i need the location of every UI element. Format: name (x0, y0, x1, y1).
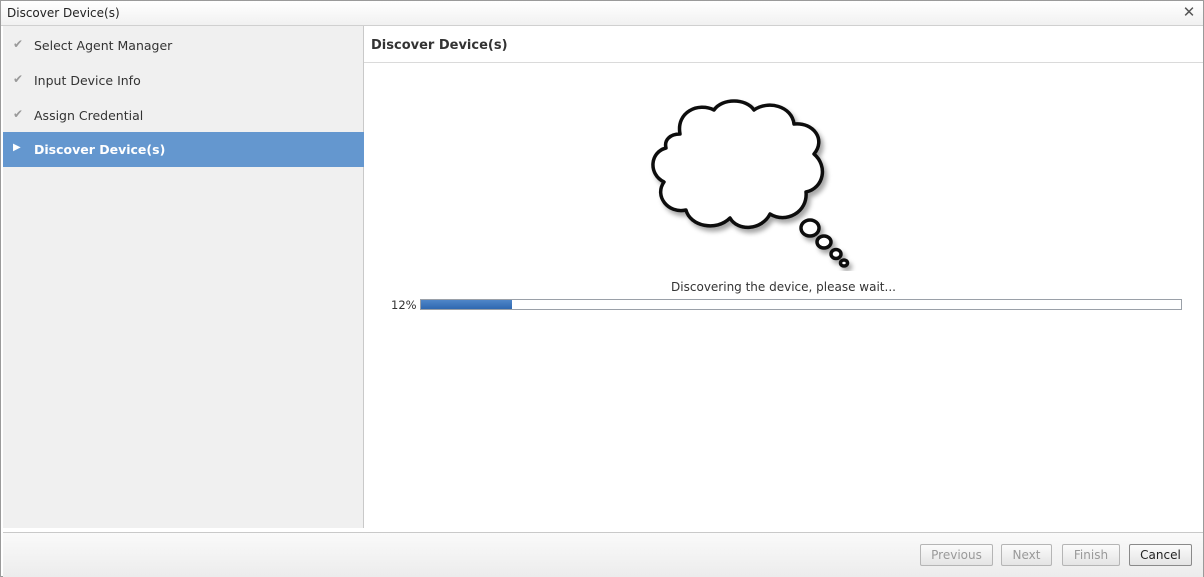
previous-button[interactable]: Previous (920, 544, 993, 566)
cancel-button[interactable]: Cancel (1129, 544, 1192, 566)
progress-bar-fill (421, 300, 513, 309)
dialog-title: Discover Device(s) (7, 6, 120, 20)
step-select-agent-manager[interactable]: ✔ Select Agent Manager (3, 28, 364, 62)
finish-button[interactable]: Finish (1062, 544, 1120, 566)
dialog-titlebar: Discover Device(s) ✕ (1, 1, 1203, 26)
checkmark-icon: ✔ (13, 37, 24, 51)
step-label: Select Agent Manager (34, 38, 173, 53)
step-discover-devices[interactable]: ▶ Discover Device(s) (3, 132, 364, 167)
checkmark-icon: ✔ (13, 72, 24, 86)
step-label: Discover Device(s) (34, 142, 166, 157)
wizard-steps-sidebar: ✔ Select Agent Manager ✔ Input Device In… (3, 26, 364, 528)
checkmark-icon: ✔ (13, 107, 24, 121)
step-label: Assign Credential (34, 108, 144, 123)
play-arrow-icon: ▶ (13, 142, 21, 153)
progress-percent-label: 12% (391, 298, 417, 312)
discovery-status-text: Discovering the device, please wait... (671, 280, 896, 294)
thought-cloud-icon (651, 99, 850, 268)
panel-header: Discover Device(s) (364, 26, 1203, 63)
discover-device-dialog: Discover Device(s) ✕ ✔ Select Agent Mana… (0, 0, 1204, 577)
main-panel: Discover Device(s) Discovering the devic… (364, 26, 1203, 528)
wizard-footer: Previous Next Finish Cancel (3, 532, 1203, 577)
next-button[interactable]: Next (1001, 544, 1052, 566)
step-label: Input Device Info (34, 73, 141, 88)
step-assign-credential[interactable]: ✔ Assign Credential (3, 98, 364, 132)
discovery-progress-bar (420, 299, 1182, 310)
panel-title: Discover Device(s) (371, 38, 508, 53)
close-icon[interactable]: ✕ (1181, 4, 1197, 20)
step-input-device-info[interactable]: ✔ Input Device Info (3, 63, 364, 97)
